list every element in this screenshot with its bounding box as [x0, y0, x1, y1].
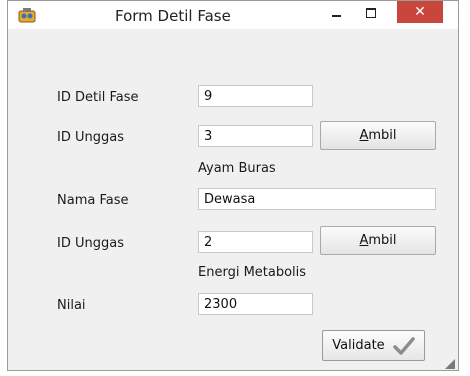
- ambil-2-button-label-post: mbil: [368, 233, 397, 248]
- nama-fase-field[interactable]: [198, 188, 436, 210]
- app-icon: [18, 8, 36, 23]
- minimize-button[interactable]: [324, 3, 350, 25]
- ambil-2-button[interactable]: Ambil: [320, 226, 436, 255]
- validate-label: Validate: [332, 338, 385, 353]
- resize-grip-icon[interactable]: [445, 359, 455, 369]
- nilai-label: Nilai: [57, 298, 86, 313]
- close-button[interactable]: ✕: [397, 1, 443, 23]
- energi-metabolis-label: Energi Metabolis: [198, 265, 307, 280]
- window-title: Form Detil Fase: [115, 7, 231, 25]
- title-bar: Form Detil Fase ✕: [8, 1, 458, 29]
- unggas-name-label: Ayam Buras: [198, 161, 276, 176]
- nilai-field[interactable]: [198, 293, 313, 315]
- id-detil-fase-label: ID Detil Fase: [57, 90, 139, 105]
- id-unggas-label: ID Unggas: [57, 130, 124, 145]
- form-window: Form Detil Fase ✕ ID Detil Fase ID Ungga…: [7, 0, 459, 371]
- ambil-button[interactable]: Ambil: [320, 121, 436, 150]
- id-unggas-2-field[interactable]: [198, 231, 313, 253]
- id-unggas-field[interactable]: [198, 125, 313, 147]
- id-unggas-2-label: ID Unggas: [57, 236, 124, 251]
- id-detil-fase-field[interactable]: [198, 85, 313, 107]
- nama-fase-label: Nama Fase: [57, 193, 129, 208]
- checkmark-icon: [392, 336, 415, 355]
- maximize-button[interactable]: [358, 3, 384, 25]
- validate-button[interactable]: Validate: [322, 330, 425, 361]
- ambil-button-label-post: mbil: [368, 128, 397, 143]
